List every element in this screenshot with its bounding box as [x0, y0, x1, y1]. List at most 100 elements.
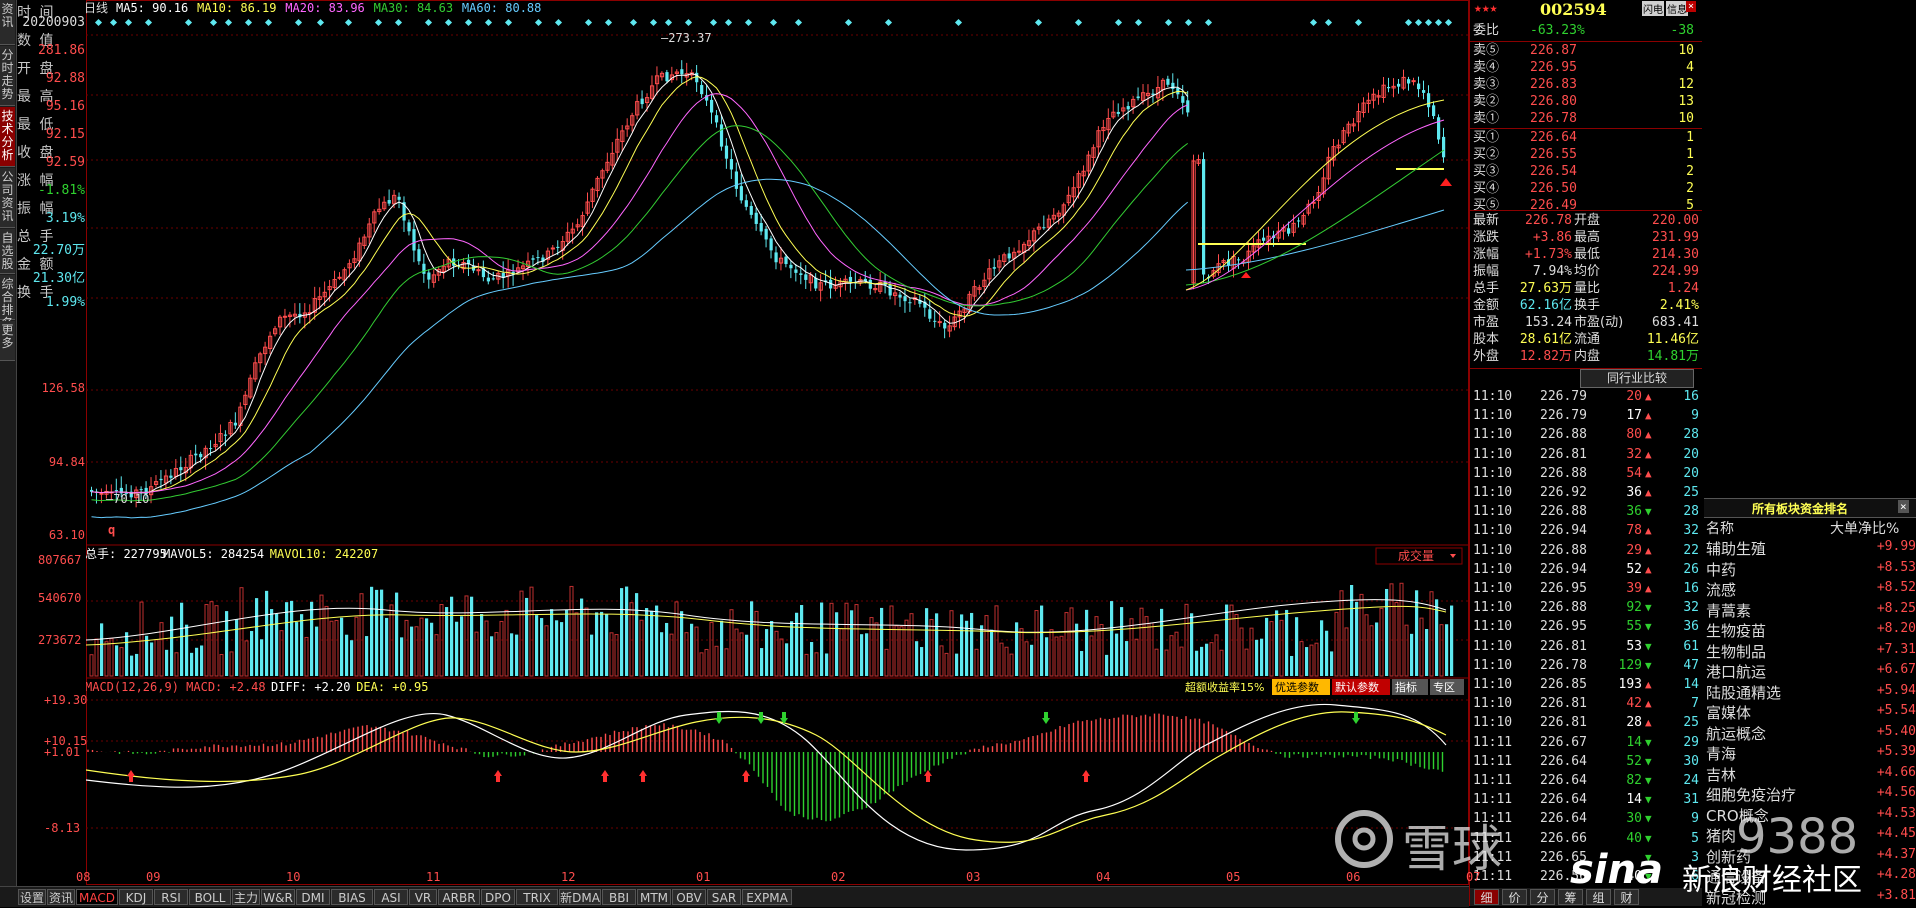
left-tab-1[interactable]: 分时走势 [0, 46, 15, 106]
volume-bar [560, 622, 564, 676]
left-tab-3[interactable]: 公司资讯 [0, 168, 15, 228]
sector-row[interactable]: 青蒿素 +8.25 [1704, 600, 1916, 620]
indicator-tab-8[interactable]: DMI [296, 889, 330, 905]
sector-row[interactable]: 创新药 +4.37 [1704, 846, 1916, 866]
indicator-tab-19[interactable]: SAR [707, 889, 741, 905]
indicator-tab-12[interactable]: ARBR [438, 889, 480, 905]
indicator-tab-14[interactable]: TRIX [516, 889, 558, 905]
macd-tag-0[interactable]: 超额收益率15% [1185, 680, 1264, 694]
kline-chart[interactable]: 日线 MA5: 90.16 MA10: 86.19 MA20: 83.96 MA30: … [86, 0, 1469, 886]
indicator-tab-3[interactable]: KDJ [119, 889, 153, 905]
left-vertical-tabs: 资讯分时走势技术分析公司资讯自选股综合排名更多 [0, 0, 17, 886]
industry-compare-button[interactable]: 同行业比较 [1580, 369, 1694, 388]
indicator-tab-1[interactable]: 资讯 [47, 889, 75, 905]
sector-row[interactable]: 中药 +8.53 [1704, 559, 1916, 579]
indicator-tab-20[interactable]: EXPMA [742, 889, 792, 905]
indicator-tab-7[interactable]: W&R [261, 889, 295, 905]
candle-body [1181, 96, 1185, 103]
candle-body [1437, 117, 1441, 140]
left-tab-2[interactable]: 技术分析 [0, 107, 15, 167]
left-tab-0[interactable]: 资讯 [0, 0, 15, 45]
sector-row[interactable]: 猪肉 +4.45 [1704, 825, 1916, 845]
sector-col-value[interactable]: 大单净比% [1830, 518, 1899, 538]
sector-row[interactable]: 港口航运 +6.67 [1704, 661, 1916, 681]
arrow-up-icon: ▲ [1645, 716, 1652, 730]
sector-row[interactable]: 生物疫苗 +8.20 [1704, 620, 1916, 640]
tick-count: 28 [1683, 427, 1699, 443]
stat-value-b-3: 224.99 [1652, 264, 1699, 279]
sector-row[interactable]: 航运概念 +5.40 [1704, 723, 1916, 743]
quote-tab-5[interactable]: 财 [1614, 889, 1639, 905]
sector-row[interactable]: 通信设备 +4.28 [1704, 866, 1916, 886]
indicator-tab-13[interactable]: DPO [481, 889, 515, 905]
sector-row[interactable]: 细胞免疫治疗 +4.56 [1704, 784, 1916, 804]
buy-row-3: 买④ 226.50 2 [1470, 180, 1702, 197]
sector-row[interactable]: 吉林 +4.66 [1704, 764, 1916, 784]
indicator-tab-5[interactable]: BOLL [189, 889, 231, 905]
candle-body [407, 222, 411, 232]
volume-bar [1154, 648, 1159, 677]
arrow-down-icon: ▼ [1645, 793, 1652, 807]
flash-button[interactable]: 闪电 [1642, 1, 1664, 16]
indicator-tab-4[interactable]: RSI [154, 889, 188, 905]
quote-bottom-tabs: 细价分筹组财 [1470, 888, 1702, 906]
sector-row[interactable]: 生物制品 +7.31 [1704, 641, 1916, 661]
tick-count: 9 [1691, 408, 1699, 424]
candle-body [937, 321, 942, 324]
candle-body [169, 475, 173, 478]
signal-diamond-19 [534, 18, 543, 27]
volume-bar [850, 610, 854, 676]
sector-row[interactable]: 辅助生殖 +9.99 [1704, 538, 1916, 558]
sell-row-4-label: 卖① [1473, 111, 1500, 126]
macd-tag-3[interactable]: 指标 [1395, 680, 1417, 694]
quote-tab-1[interactable]: 价 [1502, 889, 1527, 905]
volume-bar [904, 619, 909, 677]
left-tab-6[interactable]: 更多 [0, 321, 15, 361]
candle-body [928, 309, 932, 319]
signal-diamond-29 [744, 18, 753, 27]
info-button[interactable]: 信息 [1666, 1, 1688, 16]
indicator-tab-11[interactable]: VR [409, 889, 437, 905]
weibi-vol: -38 [1670, 23, 1694, 38]
indicator-tab-6[interactable]: 主力 [232, 889, 260, 905]
candle-body [640, 98, 644, 105]
indicator-tab-0[interactable]: 设置 [18, 889, 46, 905]
left-tab-4[interactable]: 自选股 [0, 229, 15, 274]
quote-tab-2[interactable]: 分 [1530, 889, 1555, 905]
volume-bar [739, 632, 744, 677]
left-tab-5[interactable]: 综合排名 [0, 275, 15, 330]
signal-diamond-0 [94, 18, 103, 27]
indicator-tab-17[interactable]: MTM [637, 889, 671, 905]
signal-diamond-26 [684, 18, 693, 27]
indicator-tab-18[interactable]: OBV [672, 889, 706, 905]
indicator-tab-15[interactable]: 新DMA [559, 889, 601, 905]
tick-row: 11:10 226.88 29 ▲ 22 [1470, 542, 1702, 559]
tick-vol: 52 [1626, 753, 1642, 769]
sector-row[interactable]: 陆股通精选 +5.94 [1704, 682, 1916, 702]
macd-tag-2[interactable]: 默认参数 [1335, 680, 1379, 694]
indicator-tab-9[interactable]: BIAS [331, 889, 373, 905]
indicator-tab-2[interactable]: MACD [76, 889, 118, 905]
sector-col-name[interactable]: 名称 [1706, 518, 1734, 538]
buy-row-0-label: 买① [1473, 130, 1500, 145]
sector-row[interactable]: 新冠检测 +3.81 [1704, 887, 1916, 907]
sector-row[interactable]: 流感 +8.52 [1704, 579, 1916, 599]
sector-row[interactable]: 青海 +5.39 [1704, 743, 1916, 763]
volume-bar [909, 613, 914, 677]
indicator-tab-16[interactable]: BBI [602, 889, 636, 905]
volume-bar [119, 647, 124, 677]
quote-tab-4[interactable]: 组 [1586, 889, 1611, 905]
signal-diamond-41 [1204, 18, 1213, 27]
macd-tag-4[interactable]: 专区 [1433, 680, 1455, 694]
macd-tag-1[interactable]: 优选参数 [1275, 680, 1319, 694]
volume-bar [484, 620, 489, 677]
quote-tab-0[interactable]: 细 [1474, 889, 1499, 905]
close-panel-icon[interactable]: × [1686, 1, 1697, 12]
quote-tab-3[interactable]: 筹 [1558, 889, 1583, 905]
sector-row[interactable]: CRO概念 +4.53 [1704, 805, 1916, 825]
tick-vol: 53 [1626, 638, 1642, 654]
sector-close-icon[interactable]: × [1898, 500, 1909, 513]
sector-row[interactable]: 富媒体 +5.54 [1704, 702, 1916, 722]
volume-bar [955, 653, 959, 676]
indicator-tab-10[interactable]: ASI [374, 889, 408, 905]
